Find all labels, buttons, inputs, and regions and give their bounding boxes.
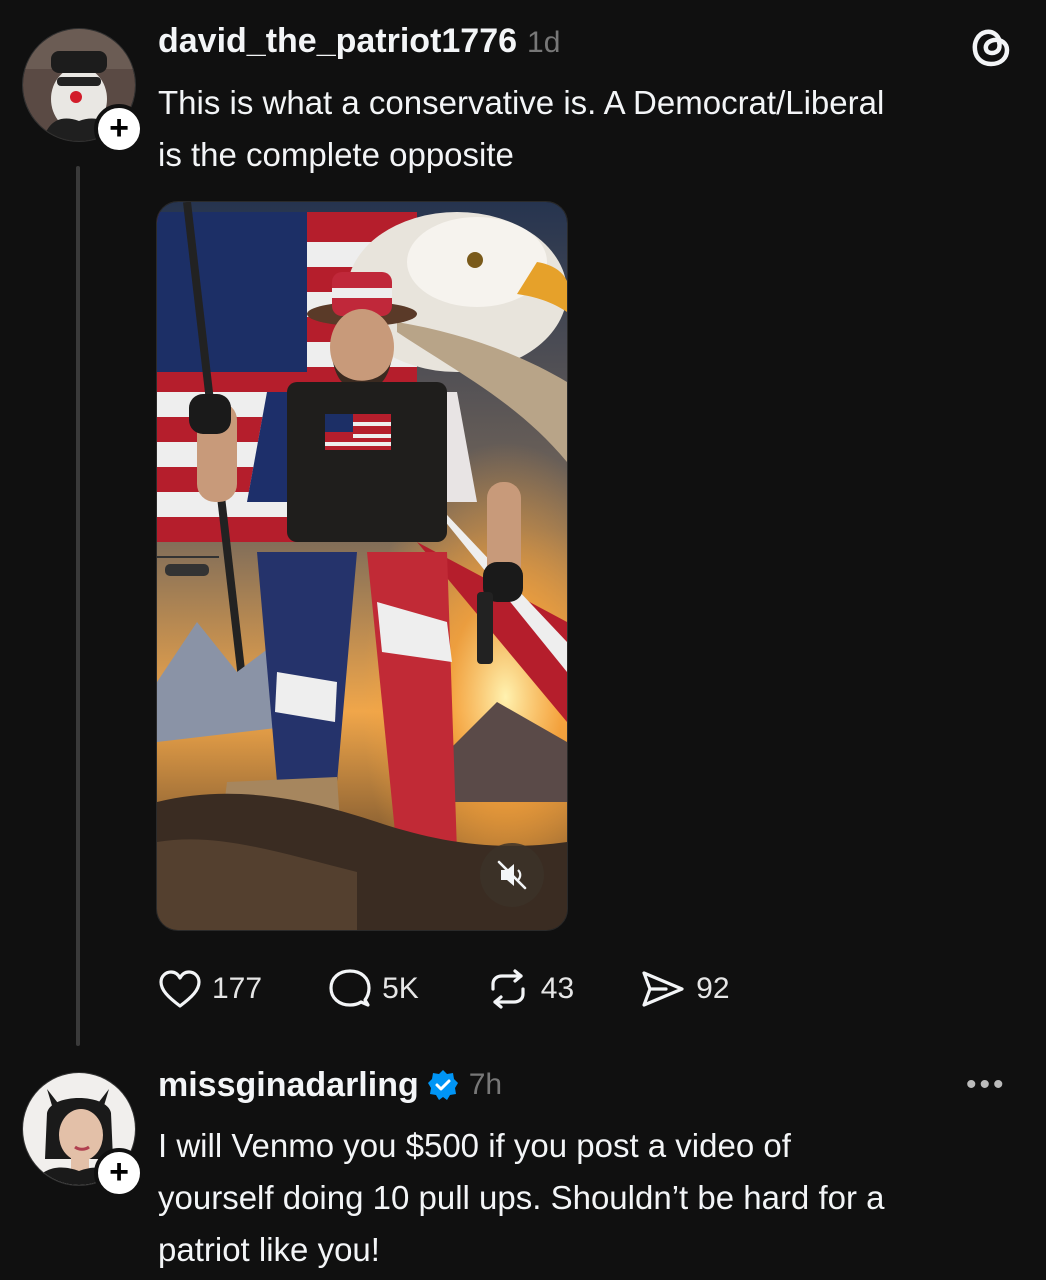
heart-icon	[159, 970, 201, 1008]
post-text-line-2: is the complete opposite	[158, 136, 514, 173]
speaker-muted-icon	[497, 860, 527, 890]
reply-header: missginadarling 7h	[158, 1064, 502, 1106]
send-icon	[642, 971, 684, 1007]
video-frame	[157, 202, 567, 930]
reply-count: 5K	[382, 972, 419, 1005]
share-button[interactable]: 92	[640, 969, 730, 1009]
reply-username[interactable]: missginadarling	[158, 1066, 419, 1105]
post-text-line-1: This is what a conservative is. A Democr…	[158, 84, 885, 121]
share-count: 92	[696, 972, 730, 1005]
post-username[interactable]: david_the_patriot1776	[158, 22, 517, 61]
follow-button[interactable]: +	[94, 104, 144, 154]
reply-time: 7h	[468, 1068, 503, 1101]
post-text: This is what a conservative is. A Democr…	[158, 77, 1018, 181]
repost-icon	[491, 969, 525, 1009]
like-count: 177	[212, 972, 263, 1005]
repost-count: 43	[540, 972, 575, 1005]
thread-line	[76, 166, 80, 1046]
comment-icon	[329, 969, 371, 1007]
verified-badge-icon	[427, 1069, 459, 1101]
threads-logo-icon[interactable]	[966, 22, 1016, 72]
reply-text-line-1: I will Venmo you $500 if you post a vide…	[158, 1127, 791, 1164]
post-time: 1d	[527, 26, 561, 59]
post-header: david_the_patriot1776 1d	[158, 22, 560, 62]
reply-button[interactable]: 5K	[328, 968, 419, 1010]
post-video[interactable]	[156, 201, 568, 931]
mute-button[interactable]	[480, 843, 544, 907]
reply-text-line-3: patriot like you!	[158, 1231, 380, 1268]
reply-text-line-2: yourself doing 10 pull ups. Shouldn’t be…	[158, 1179, 885, 1216]
post-action-bar: 177 5K 43 92	[158, 968, 730, 1010]
like-button[interactable]: 177	[158, 969, 262, 1009]
reply-follow-button[interactable]: +	[94, 1148, 144, 1198]
reply-text: I will Venmo you $500 if you post a vide…	[158, 1120, 1028, 1276]
more-icon[interactable]: •••	[966, 1068, 1007, 1102]
repost-button[interactable]: 43	[485, 969, 574, 1009]
